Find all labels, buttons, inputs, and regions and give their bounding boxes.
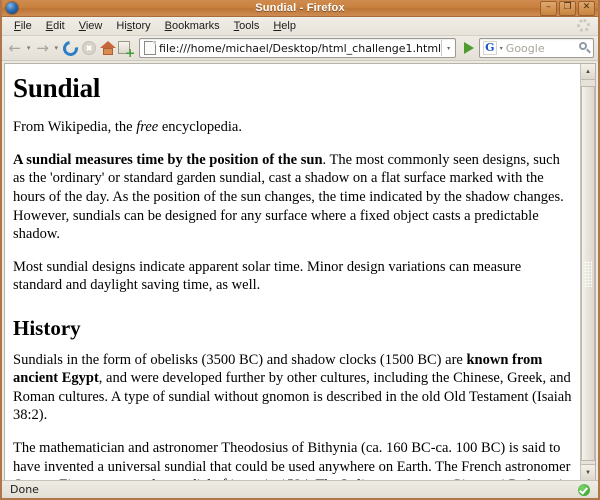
scrollbar-grip-icon bbox=[584, 260, 592, 287]
add-bookmark-icon bbox=[118, 41, 135, 58]
home-icon bbox=[99, 41, 116, 55]
web-page-document: Sundial From Wikipedia, the free encyclo… bbox=[4, 63, 580, 481]
menu-tools[interactable]: Tools bbox=[227, 19, 267, 33]
reload-button[interactable] bbox=[59, 37, 81, 59]
secure-ok-icon bbox=[578, 483, 590, 496]
search-input[interactable]: Google bbox=[506, 42, 577, 55]
maximize-button[interactable]: ❐ bbox=[559, 1, 576, 16]
url-bar[interactable]: file:///home/michael/Desktop/html_challe… bbox=[139, 38, 457, 58]
scrollbar-thumb[interactable] bbox=[581, 86, 595, 461]
back-arrow-icon: ← bbox=[8, 38, 22, 57]
close-button[interactable]: ✕ bbox=[578, 1, 595, 16]
lead-paragraph: A sundial measures time by the position … bbox=[13, 151, 572, 244]
page-title: Sundial bbox=[13, 73, 101, 103]
p3-pre: Sundials in the form of obelisks (3500 B… bbox=[13, 351, 467, 368]
back-history-caret[interactable]: ▾ bbox=[25, 38, 33, 58]
intro-suffix: encyclopedia. bbox=[158, 119, 242, 136]
home-button[interactable] bbox=[99, 38, 117, 58]
vertical-scrollbar[interactable]: ▲ ▼ bbox=[580, 63, 596, 481]
window-title: Sundial - Firefox bbox=[255, 2, 345, 14]
url-input[interactable]: file:///home/michael/Desktop/html_challe… bbox=[159, 42, 441, 55]
paragraph-2: Most sundial designs indicate apparent s… bbox=[13, 258, 522, 294]
forward-history-caret[interactable]: ▾ bbox=[52, 38, 60, 58]
throbber-icon bbox=[577, 19, 590, 32]
minimize-button[interactable]: – bbox=[540, 1, 557, 16]
menu-file[interactable]: FFileile bbox=[7, 19, 39, 33]
menu-view[interactable]: View bbox=[72, 19, 110, 33]
reload-icon bbox=[59, 37, 81, 59]
forward-button[interactable]: → bbox=[34, 38, 52, 58]
scroll-up-arrow[interactable]: ▲ bbox=[581, 64, 595, 80]
go-button[interactable] bbox=[460, 38, 478, 58]
go-arrow-icon bbox=[463, 42, 474, 54]
window-controls: – ❐ ✕ bbox=[540, 1, 595, 16]
magnifier-icon[interactable] bbox=[577, 40, 593, 56]
menu-edit[interactable]: Edit bbox=[39, 19, 72, 33]
menu-history[interactable]: History bbox=[109, 19, 157, 33]
forward-arrow-icon: → bbox=[36, 38, 49, 57]
search-engine-caret[interactable]: ▾ bbox=[497, 45, 506, 52]
menu-help[interactable]: Help bbox=[266, 19, 303, 33]
page-favicon-icon bbox=[144, 41, 157, 55]
menu-bookmarks[interactable]: Bookmarks bbox=[158, 19, 227, 33]
status-bar: Done bbox=[2, 480, 598, 498]
lead-bold: A sundial measures time by the position … bbox=[13, 151, 323, 168]
scroll-down-arrow[interactable]: ▼ bbox=[581, 464, 595, 480]
paragraph-3: Sundials in the form of obelisks (3500 B… bbox=[13, 351, 572, 425]
maximize-icon: ❐ bbox=[563, 2, 572, 12]
status-text: Done bbox=[10, 483, 39, 496]
scrollbar-track[interactable] bbox=[581, 80, 595, 464]
search-bar[interactable]: G ▾ Google bbox=[478, 38, 594, 58]
add-bookmark-button[interactable] bbox=[117, 38, 135, 58]
menu-bar: FFileile Edit View History Bookmarks Too… bbox=[2, 17, 598, 36]
close-icon: ✕ bbox=[582, 2, 591, 12]
browser-window: Sundial - Firefox – ❐ ✕ FFileile Edit Vi… bbox=[0, 0, 600, 500]
back-button[interactable]: ← bbox=[6, 38, 24, 58]
content-area: Sundial From Wikipedia, the free encyclo… bbox=[2, 61, 598, 481]
google-icon[interactable]: G bbox=[482, 41, 497, 55]
heading-history: History bbox=[13, 315, 81, 340]
stop-icon bbox=[81, 41, 96, 55]
paragraph-4: The mathematician and astronomer Theodos… bbox=[13, 439, 571, 480]
intro-prefix: From Wikipedia, the bbox=[13, 119, 137, 136]
minimize-icon: – bbox=[546, 2, 551, 12]
title-bar: Sundial - Firefox – ❐ ✕ bbox=[2, 0, 598, 17]
url-dropdown-caret[interactable]: ▾ bbox=[441, 40, 455, 56]
intro-italic: free bbox=[136, 119, 159, 136]
intro-paragraph: From Wikipedia, the free encyclopedia. bbox=[13, 118, 572, 137]
navigation-toolbar: ← ▾ → ▾ file:///home/michael/Desktop/htm… bbox=[2, 36, 598, 61]
stop-button bbox=[80, 38, 98, 58]
